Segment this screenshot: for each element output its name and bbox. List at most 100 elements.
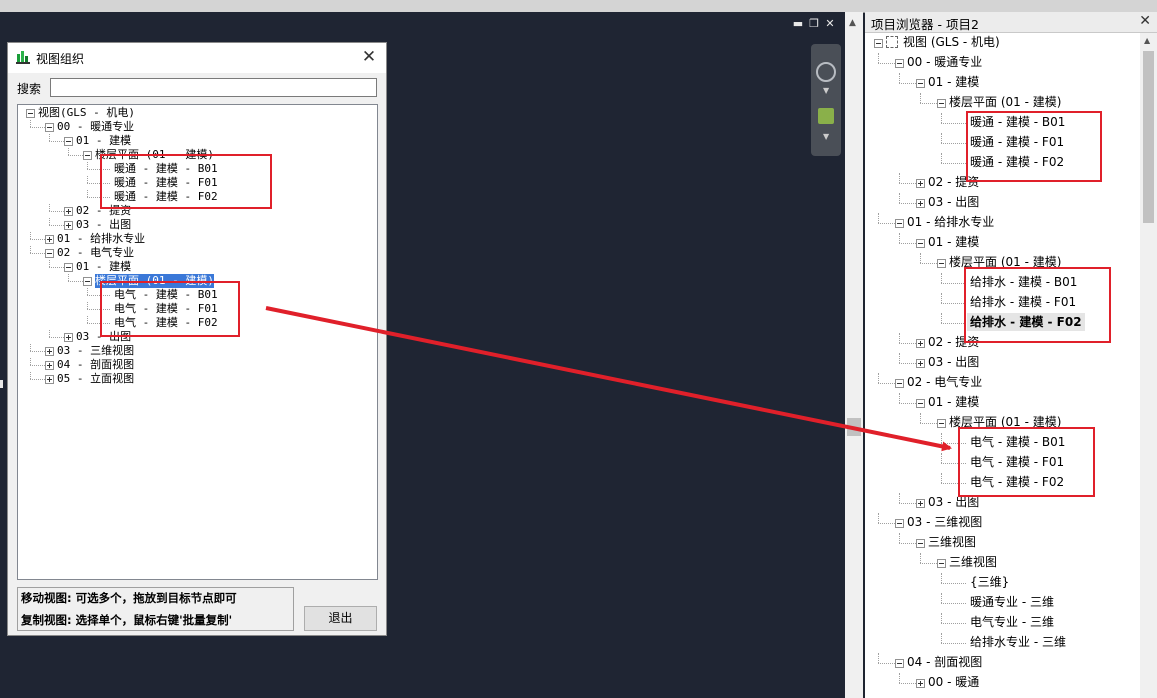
tree-node-node[interactable]: {三维} (970, 573, 1009, 591)
tree-node-01[interactable]: 楼层平面 (01 - 建模) (95, 274, 214, 288)
collapse-icon[interactable] (895, 518, 904, 528)
zoom-icon[interactable] (818, 108, 834, 124)
tree-node-b01[interactable]: 给排水 - 建模 - B01 (970, 273, 1077, 291)
expand-icon[interactable] (64, 220, 73, 230)
tree-node-f02[interactable]: 电气 - 建模 - F02 (114, 316, 218, 330)
expand-icon[interactable] (916, 498, 925, 508)
collapse-icon[interactable] (916, 238, 925, 248)
tree-node-node[interactable]: 给排水专业 - 三维 (970, 633, 1066, 651)
tree-node-01[interactable]: 01 - 给排水专业 (907, 213, 994, 231)
collapse-icon[interactable] (83, 276, 92, 286)
collapse-icon[interactable] (916, 398, 925, 408)
tree-node-01[interactable]: 01 - 建模 (928, 233, 979, 251)
expand-icon[interactable] (45, 234, 54, 244)
tree-node-01[interactable]: 楼层平面 (01 - 建模) (95, 148, 214, 162)
collapse-icon[interactable] (937, 558, 946, 568)
tree-node-f02[interactable]: 暖通 - 建模 - F02 (114, 190, 218, 204)
expand-icon[interactable] (916, 338, 925, 348)
tree-node-node[interactable]: 暖通专业 - 三维 (970, 593, 1054, 611)
tree-node-gls[interactable]: 视图(GLS - 机电) (38, 106, 135, 120)
collapse-icon[interactable] (916, 538, 925, 548)
project-browser-tree[interactable]: 视图 (GLS - 机电) 00 - 暖通专业 01 - 建模 楼层平面 (01 - … (865, 33, 1140, 698)
tree-node-f02[interactable]: 给排水 - 建模 - F02 (967, 313, 1085, 331)
tree-node-node[interactable]: 电气专业 - 三维 (970, 613, 1054, 631)
tree-node-03[interactable]: 03 - 出图 (928, 353, 979, 371)
tree-node-04[interactable]: 04 - 剖面视图 (907, 653, 982, 671)
tree-node-b01[interactable]: 暖通 - 建模 - B01 (970, 113, 1065, 131)
tree-node-f01[interactable]: 电气 - 建模 - F01 (970, 453, 1064, 471)
tree-node-02[interactable]: 02 - 提资 (928, 333, 979, 351)
tree-node-01[interactable]: 楼层平面 (01 - 建模) (949, 253, 1061, 271)
tree-node-f02[interactable]: 暖通 - 建模 - F02 (970, 153, 1064, 171)
collapse-icon[interactable] (45, 122, 54, 132)
tree-node-f01[interactable]: 电气 - 建模 - F01 (114, 302, 218, 316)
tree-node-05[interactable]: 05 - 立面视图 (57, 372, 134, 386)
tree-node-01[interactable]: 楼层平面 (01 - 建模) (949, 93, 1061, 111)
tree-node-01[interactable]: 01 - 建模 (76, 260, 131, 274)
project-browser-scrollbar[interactable]: ▲ (1140, 33, 1157, 698)
tree-node-f01[interactable]: 暖通 - 建模 - F01 (970, 133, 1064, 151)
collapse-icon[interactable] (895, 378, 904, 388)
scrollbar-thumb[interactable] (1143, 51, 1154, 223)
canvas-scrollbar[interactable]: ▲ (845, 12, 863, 698)
restore-icon[interactable]: ❐ (808, 18, 820, 30)
tree-node-b01[interactable]: 电气 - 建模 - B01 (114, 288, 218, 302)
expand-icon[interactable] (45, 360, 54, 370)
minimize-icon[interactable]: ▬ (792, 18, 804, 30)
steering-wheel-icon[interactable] (816, 62, 836, 82)
tree-node-02[interactable]: 02 - 电气专业 (907, 373, 982, 391)
collapse-icon[interactable] (64, 262, 73, 272)
collapse-icon[interactable] (895, 58, 904, 68)
view-tree[interactable]: 视图(GLS - 机电) 00 - 暖通专业 01 - 建模 楼层平面 (01 - 建… (17, 104, 378, 580)
collapse-icon[interactable] (64, 136, 73, 146)
close-button[interactable]: ✕ (358, 46, 380, 68)
collapse-icon[interactable] (895, 658, 904, 668)
close-button[interactable]: ✕ (1139, 13, 1151, 29)
collapse-icon[interactable] (937, 258, 946, 268)
tree-node-02[interactable]: 02 - 电气专业 (57, 246, 134, 260)
tree-node-node[interactable]: 三维视图 (949, 553, 997, 571)
tree-node-02[interactable]: 02 - 提资 (928, 173, 979, 191)
scrollbar-thumb[interactable] (847, 418, 861, 436)
collapse-icon[interactable] (895, 218, 904, 228)
expand-icon[interactable] (64, 206, 73, 216)
tree-node-03[interactable]: 03 - 出图 (76, 218, 131, 232)
tree-node-b01[interactable]: 暖通 - 建模 - B01 (114, 162, 218, 176)
expand-icon[interactable] (916, 178, 925, 188)
collapse-icon[interactable] (937, 418, 946, 428)
dropdown-arrow-icon[interactable]: ▼ (823, 132, 829, 141)
collapse-icon[interactable] (937, 98, 946, 108)
close-icon[interactable]: ✕ (824, 18, 836, 30)
tree-node-01[interactable]: 楼层平面 (01 - 建模) (949, 413, 1061, 431)
tree-node-02[interactable]: 02 - 提资 (76, 204, 131, 218)
collapse-icon[interactable] (874, 38, 883, 48)
tree-node-03[interactable]: 03 - 出图 (928, 493, 979, 511)
tree-node-01[interactable]: 01 - 给排水专业 (57, 232, 145, 246)
expand-icon[interactable] (45, 374, 54, 384)
tree-node-gls[interactable]: 视图 (GLS - 机电) (903, 33, 1000, 51)
tree-node-04[interactable]: 04 - 剖面视图 (57, 358, 134, 372)
tree-node-00[interactable]: 00 - 暖通专业 (907, 53, 982, 71)
scroll-up-icon[interactable]: ▲ (849, 18, 856, 28)
expand-icon[interactable] (916, 198, 925, 208)
tree-node-01[interactable]: 01 - 建模 (76, 134, 131, 148)
tree-node-01[interactable]: 01 - 建模 (928, 73, 979, 91)
expand-icon[interactable] (64, 332, 73, 342)
collapse-icon[interactable] (45, 248, 54, 258)
collapse-icon[interactable] (83, 150, 92, 160)
tree-node-03[interactable]: 03 - 三维视图 (57, 344, 134, 358)
tree-node-03[interactable]: 03 - 三维视图 (907, 513, 982, 531)
exit-button[interactable]: 退出 (304, 606, 377, 631)
tree-node-f01[interactable]: 暖通 - 建模 - F01 (114, 176, 218, 190)
tree-node-03[interactable]: 03 - 出图 (928, 193, 979, 211)
expand-icon[interactable] (45, 346, 54, 356)
scroll-up-icon[interactable]: ▲ (1144, 36, 1150, 45)
tree-node-node[interactable]: 三维视图 (928, 533, 976, 551)
tree-node-f02[interactable]: 电气 - 建模 - F02 (970, 473, 1064, 491)
expand-icon[interactable] (916, 358, 925, 368)
expand-icon[interactable] (916, 678, 925, 688)
collapse-icon[interactable] (26, 108, 35, 118)
collapse-icon[interactable] (916, 78, 925, 88)
search-input[interactable] (50, 78, 377, 97)
tree-node-f01[interactable]: 给排水 - 建模 - F01 (970, 293, 1076, 311)
